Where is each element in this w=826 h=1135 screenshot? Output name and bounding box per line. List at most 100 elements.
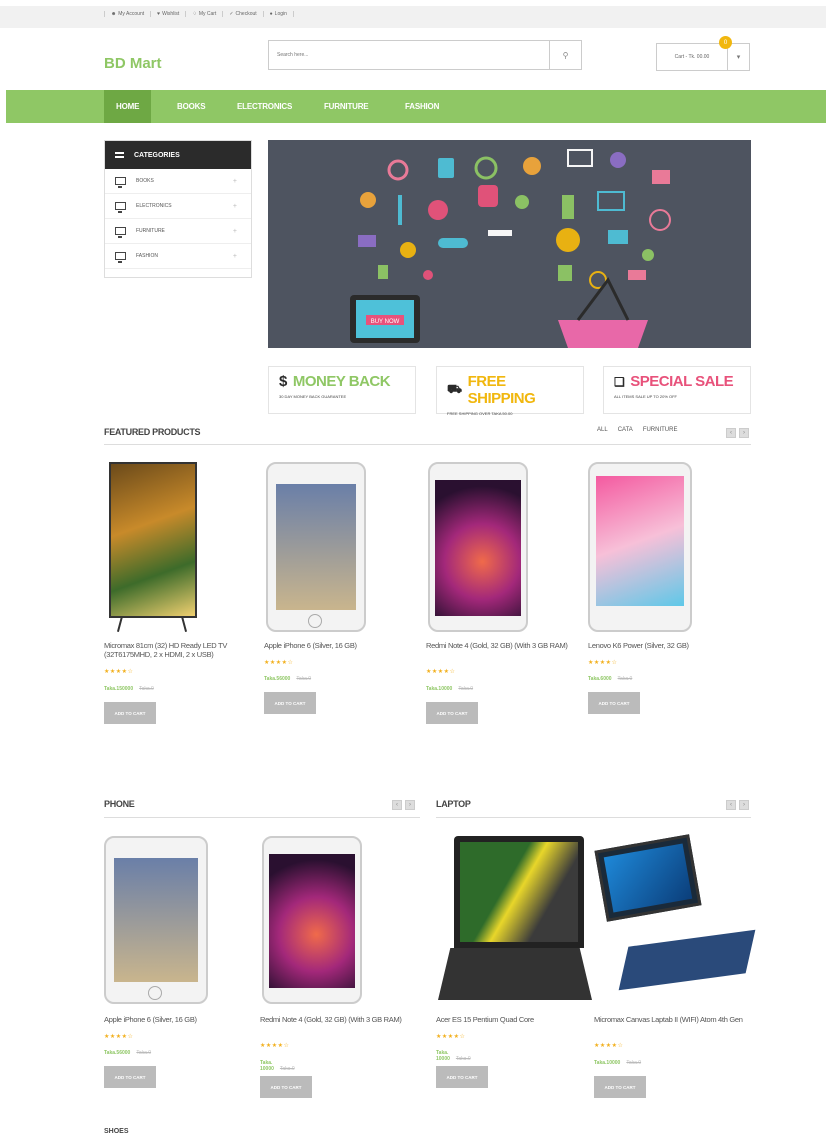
- monitor-icon: [115, 202, 126, 213]
- product-image-iphone[interactable]: [266, 462, 366, 632]
- plus-icon: +: [232, 202, 237, 210]
- cart-icon: ♢: [192, 11, 197, 17]
- nav-books[interactable]: BOOKS: [177, 90, 206, 123]
- prev-arrow-icon[interactable]: ‹: [726, 428, 736, 438]
- cart-dropdown-button[interactable]: ▾: [727, 44, 749, 70]
- nav-electronics[interactable]: ELECTRONICS: [237, 90, 292, 123]
- category-item-fashion[interactable]: FASHION +: [105, 244, 251, 269]
- cart-widget[interactable]: Cart - Tk. 00.00 ▾ 0: [656, 36, 750, 71]
- shoes-section-title: SHOES: [104, 1128, 129, 1135]
- product-price: Taka.56000 Taka.0: [104, 1050, 152, 1056]
- rating-stars: ★★★★☆: [104, 1034, 134, 1040]
- add-to-cart-button[interactable]: ADD TO CART: [426, 702, 478, 724]
- category-item-books[interactable]: BOOKS +: [105, 169, 251, 194]
- my-account-link[interactable]: ☻ My Account: [104, 11, 152, 17]
- product-price: Taka.6000 Taka.0: [588, 676, 633, 682]
- filter-all[interactable]: ALL: [597, 427, 608, 433]
- product-image-redmi[interactable]: [262, 836, 362, 1004]
- featured-filters: ALL CATA FURNITURE: [597, 427, 677, 433]
- laptop-section-title: LAPTOP: [436, 799, 471, 809]
- add-to-cart-button[interactable]: ADD TO CART: [260, 1076, 312, 1098]
- shopping-illustration: BUY NOW: [350, 149, 671, 348]
- product-name[interactable]: Apple iPhone 6 (Silver, 16 GB): [104, 1015, 244, 1025]
- login-link[interactable]: ● Login: [264, 11, 294, 17]
- rating-stars: ★★★★☆: [104, 669, 134, 675]
- product-image-tv[interactable]: [107, 462, 199, 634]
- product-image-micromax-laptab[interactable]: [594, 834, 756, 1004]
- category-item-furniture[interactable]: FURNITURE +: [105, 219, 251, 244]
- heart-icon: ♥: [157, 11, 161, 17]
- next-arrow-icon[interactable]: ›: [739, 800, 749, 810]
- nav-home[interactable]: HOME: [104, 90, 152, 123]
- feature-free-shipping: ⛟ FREE SHIPPING FREE SHIPPING OVER TAKA 5…: [436, 366, 584, 416]
- feature-money-back: $ MONEY BACK 30 DAY MONEY BACK GUARANTEE: [268, 366, 416, 414]
- filter-cata[interactable]: CATA: [618, 427, 633, 433]
- monitor-icon: [115, 252, 126, 263]
- product-image-iphone[interactable]: [104, 836, 208, 1004]
- buy-now-text: BUY NOW: [371, 319, 400, 325]
- nav-fashion[interactable]: FASHION: [405, 90, 439, 123]
- search-box: ⚲: [268, 40, 582, 70]
- product-name[interactable]: Apple iPhone 6 (Silver, 16 GB): [264, 641, 404, 651]
- hero-banner[interactable]: BUY NOW: [268, 140, 751, 348]
- add-to-cart-button[interactable]: ADD TO CART: [104, 702, 156, 724]
- monitor-icon: [115, 227, 126, 238]
- wishlist-link[interactable]: ♥ Wishlist: [151, 11, 187, 17]
- main-nav: HOME BOOKS ELECTRONICS FURNITURE FASHION: [6, 90, 826, 123]
- add-to-cart-button[interactable]: ADD TO CART: [588, 692, 640, 714]
- rating-stars: ★★★★☆: [426, 669, 456, 675]
- gift-icon: ❑: [614, 374, 625, 389]
- product-price: Taka.150000 Taka.0: [104, 686, 154, 692]
- add-to-cart-button[interactable]: ADD TO CART: [264, 692, 316, 714]
- plus-icon: +: [232, 177, 237, 185]
- plus-icon: +: [232, 227, 237, 235]
- search-input[interactable]: [269, 41, 549, 69]
- cart-total: Cart - Tk. 00.00: [674, 54, 710, 60]
- rating-stars: ★★★★☆: [588, 660, 618, 666]
- product-image-acer-laptop[interactable]: [436, 836, 592, 1004]
- truck-icon: ⛟: [447, 382, 462, 396]
- product-image-lenovo[interactable]: [588, 462, 692, 632]
- product-price: Taka.10000 Taka.0: [594, 1060, 642, 1066]
- divider: [104, 444, 751, 445]
- cart-count-badge: 0: [719, 36, 732, 49]
- add-to-cart-button[interactable]: ADD TO CART: [104, 1066, 156, 1088]
- nav-furniture[interactable]: FURNITURE: [324, 90, 369, 123]
- prev-arrow-icon[interactable]: ‹: [392, 800, 402, 810]
- product-price: Taka. 10000 Taka.0: [436, 1050, 471, 1062]
- product-name[interactable]: Micromax Canvas Laptab II (WIFI) Atom 4t…: [594, 1015, 754, 1025]
- category-item-electronics[interactable]: ELECTRONICS +: [105, 194, 251, 219]
- product-price: Taka.10000 Taka.0: [426, 686, 474, 692]
- featured-arrows: ‹ ›: [726, 428, 749, 438]
- search-button[interactable]: ⚲: [549, 41, 581, 69]
- product-name[interactable]: Redmi Note 4 (Gold, 32 GB) (With 3 GB RA…: [260, 1015, 420, 1025]
- categories-panel: CATEGORIES BOOKS + ELECTRONICS + FURNITURE…: [104, 140, 252, 278]
- product-price: Taka. 10000 Taka.0: [260, 1060, 295, 1072]
- featured-title: FEATURED PRODUCTS: [104, 427, 201, 437]
- site-logo[interactable]: BD Mart: [104, 55, 162, 72]
- monitor-icon: [115, 177, 126, 188]
- user-icon: ☻: [111, 11, 117, 17]
- product-name[interactable]: Redmi Note 4 (Gold, 32 GB) (With 3 GB RA…: [426, 641, 586, 651]
- checkout-link[interactable]: ✓ Checkout: [223, 11, 264, 17]
- filter-furniture[interactable]: FURNITURE: [643, 427, 678, 433]
- product-price: Taka.56000 Taka.0: [264, 676, 312, 682]
- my-cart-link[interactable]: ♢ My Cart: [186, 11, 224, 17]
- next-arrow-icon[interactable]: ›: [405, 800, 415, 810]
- phone-section-title: PHONE: [104, 799, 135, 809]
- product-name[interactable]: Micromax 81cm (32) HD Ready LED TV (32T6…: [104, 641, 236, 659]
- plus-icon: +: [232, 252, 237, 260]
- laptop-arrows: ‹ ›: [726, 800, 749, 810]
- feature-special-sale: ❑ SPECIAL SALE ALL ITEMS SALE UP TO 20% O…: [603, 366, 751, 414]
- add-to-cart-button[interactable]: ADD TO CART: [436, 1066, 488, 1088]
- chevron-down-icon: ▾: [736, 54, 741, 61]
- product-name[interactable]: Acer ES 15 Pentium Quad Core: [436, 1015, 586, 1025]
- add-to-cart-button[interactable]: ADD TO CART: [594, 1076, 646, 1098]
- rating-stars: ★★★★☆: [264, 660, 294, 666]
- check-icon: ✓: [229, 11, 234, 17]
- product-image-redmi[interactable]: [428, 462, 528, 632]
- prev-arrow-icon[interactable]: ‹: [726, 800, 736, 810]
- next-arrow-icon[interactable]: ›: [739, 428, 749, 438]
- product-name[interactable]: Lenovo K6 Power (Silver, 32 GB): [588, 641, 728, 651]
- menu-icon: [115, 152, 124, 158]
